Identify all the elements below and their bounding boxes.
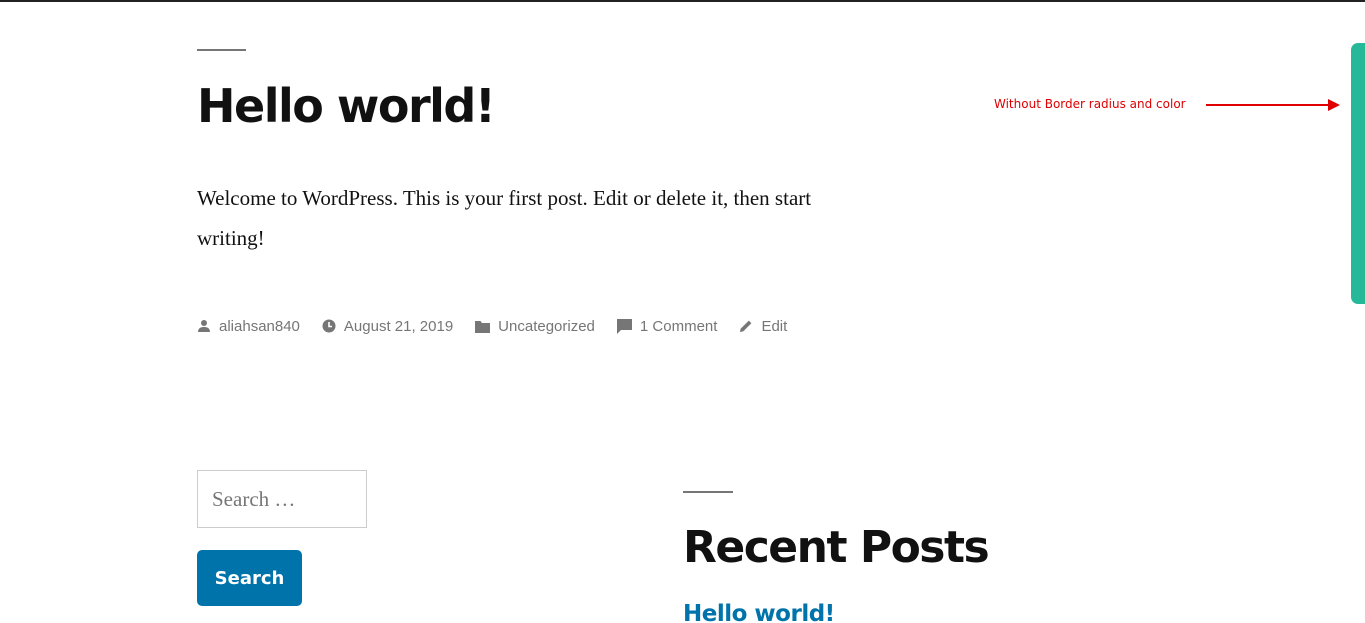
folder-icon xyxy=(475,320,491,333)
meta-author[interactable]: aliahsan840 xyxy=(197,318,300,335)
person-icon xyxy=(198,320,210,332)
meta-date-label: August 21, 2019 xyxy=(343,317,454,335)
edit-pencil-icon xyxy=(740,320,752,332)
recent-posts-title: Recent Posts xyxy=(683,522,990,573)
meta-date[interactable]: August 21, 2019 xyxy=(322,318,453,335)
meta-category-label: Uncategorized xyxy=(498,317,595,335)
post-title[interactable]: Hello world! xyxy=(197,76,496,136)
recent-post-link[interactable]: Hello world! xyxy=(683,598,835,623)
search-button[interactable]: Search xyxy=(197,550,302,606)
arrow-right-icon xyxy=(1206,99,1340,111)
comment-icon xyxy=(616,318,632,334)
scrollbar-thumb[interactable] xyxy=(1351,43,1365,304)
top-border xyxy=(0,0,1365,2)
annotation-note: Without Border radius and color xyxy=(994,97,1186,111)
post-meta: aliahsan840 August 21, 2019 Uncategorize… xyxy=(197,314,809,338)
meta-edit[interactable]: Edit xyxy=(739,318,787,335)
meta-comments-label: 1 Comment xyxy=(639,317,718,335)
post-content: Welcome to WordPress. This is your first… xyxy=(197,186,812,250)
meta-author-label: aliahsan840 xyxy=(219,317,300,335)
meta-edit-label: Edit xyxy=(761,317,788,335)
clock-icon xyxy=(322,319,336,333)
widget-divider xyxy=(683,491,733,493)
meta-comments[interactable]: 1 Comment xyxy=(616,317,718,335)
meta-category[interactable]: Uncategorized xyxy=(475,318,595,335)
search-input[interactable] xyxy=(197,470,367,528)
title-divider xyxy=(197,49,246,51)
